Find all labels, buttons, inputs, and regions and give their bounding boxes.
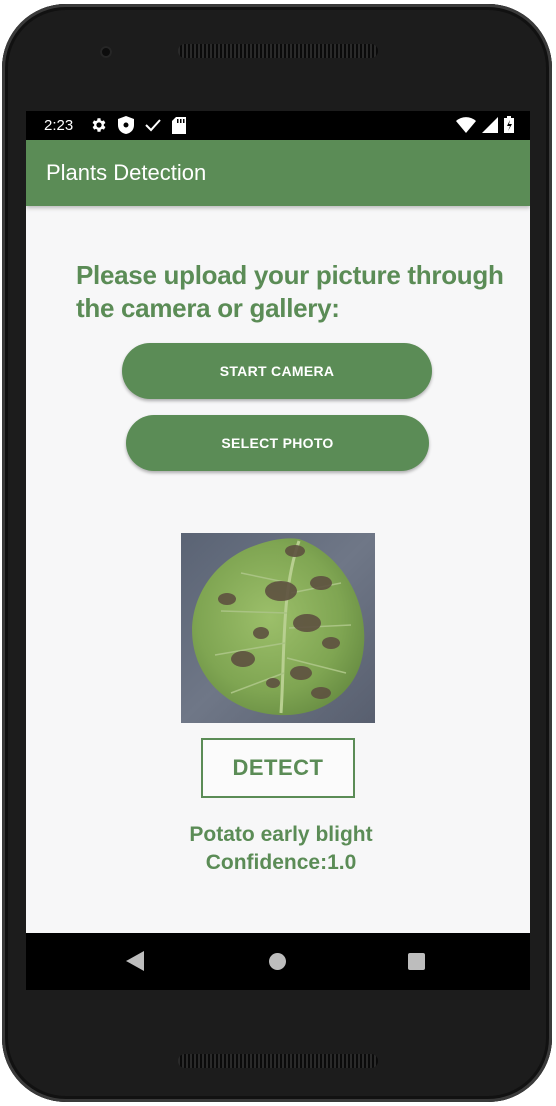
navigation-bar — [26, 933, 530, 990]
home-icon[interactable] — [269, 953, 286, 970]
recents-icon[interactable] — [408, 953, 425, 970]
back-icon[interactable] — [126, 951, 144, 976]
top-speaker — [178, 44, 378, 58]
app-title: Plants Detection — [46, 160, 207, 185]
detection-result: Potato early blight Confidence:1.0 — [156, 821, 406, 877]
status-bar: 2:23 — [26, 111, 530, 140]
app-bar: Plants Detection — [26, 140, 530, 206]
result-label: Potato early blight — [189, 823, 373, 846]
check-icon — [144, 117, 162, 138]
upload-prompt: Please upload your picture through the c… — [76, 260, 504, 323]
screen: 2:23 Plants Detection Please upload your… — [26, 111, 530, 990]
status-time: 2:23 — [44, 117, 74, 134]
settings-icon — [90, 116, 108, 139]
start-camera-button[interactable]: START CAMERA — [122, 343, 432, 399]
front-camera — [100, 46, 112, 58]
bottom-speaker — [178, 1054, 378, 1068]
wifi-icon — [456, 116, 476, 138]
select-photo-button[interactable]: SELECT PHOTO — [126, 415, 429, 471]
detect-button[interactable]: DETECT — [201, 738, 355, 798]
result-confidence: Confidence:1.0 — [205, 851, 357, 874]
signal-icon — [482, 116, 498, 138]
leaf-image — [181, 533, 375, 723]
shield-icon — [118, 116, 134, 139]
sd-card-icon — [172, 116, 186, 139]
battery-icon — [504, 116, 514, 138]
